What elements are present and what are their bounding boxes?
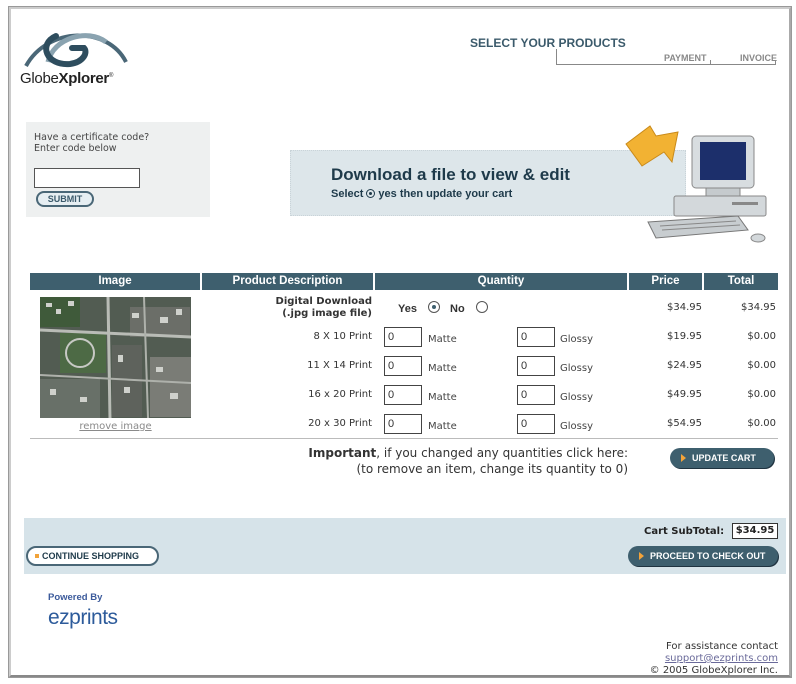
digital-download-title: Digital Download xyxy=(275,296,372,307)
digital-download-subtitle: (.jpg image file) xyxy=(282,308,372,319)
banner-title: Download a file to view & edit xyxy=(331,165,570,184)
radio-indicator-icon xyxy=(366,189,376,198)
logo-wordmark: GlobeXplorer® xyxy=(20,70,113,87)
step-invoice: INVOICE xyxy=(740,53,778,63)
continue-shopping-button[interactable]: CONTINUE SHOPPING xyxy=(26,546,159,566)
column-header-price: Price xyxy=(629,273,702,290)
glossy-label: Glossy xyxy=(560,334,593,345)
globe-swoosh-icon xyxy=(24,33,128,68)
certificate-code-input[interactable] xyxy=(34,168,140,188)
support-email-link[interactable]: support@ezprints.com xyxy=(665,653,778,664)
glossy-qty-input[interactable] xyxy=(517,385,555,405)
download-yes-radio[interactable] xyxy=(428,301,440,313)
download-price: $34.95 xyxy=(667,302,702,313)
bullet-icon xyxy=(35,554,39,558)
column-header-quantity: Quantity xyxy=(375,273,627,290)
assistance-contact: For assistance contact support@ezprints.… xyxy=(650,641,778,677)
checkout-label: PROCEED TO CHECK OUT xyxy=(650,551,766,561)
important-line-2: (to remove an item, change its quantity … xyxy=(356,462,628,476)
download-total: $34.95 xyxy=(741,302,776,313)
column-header-image: Image xyxy=(30,273,200,290)
cart-table-header: Image Product Description Quantity Price… xyxy=(30,273,778,290)
glossy-qty-input[interactable] xyxy=(517,356,555,376)
logo-text-xplorer: Xplorer xyxy=(58,70,110,87)
row-price: $54.95 xyxy=(667,418,702,429)
banner-subtitle: Select yes then update your cart xyxy=(331,188,512,200)
download-no-radio[interactable] xyxy=(476,301,488,313)
checkout-steps: SELECT YOUR PRODUCTS PAYMENT INVOICE xyxy=(470,36,790,76)
matte-qty-input[interactable] xyxy=(384,385,422,405)
important-line-1-text: , if you changed any quantities click he… xyxy=(376,446,628,460)
step-tick xyxy=(710,60,711,65)
row-price: $49.95 xyxy=(667,389,702,400)
update-cart-button[interactable]: UPDATE CART xyxy=(670,448,774,468)
glossy-label: Glossy xyxy=(560,363,593,374)
matte-qty-input[interactable] xyxy=(384,356,422,376)
matte-qty-input[interactable] xyxy=(384,327,422,347)
cart-subtotal-label: Cart SubTotal: xyxy=(644,526,725,537)
column-header-total: Total xyxy=(704,273,778,290)
matte-qty-input[interactable] xyxy=(384,414,422,434)
important-note: Important, if you changed any quantities… xyxy=(262,445,628,477)
certificate-label: Have a certificate code? Enter code belo… xyxy=(34,132,150,154)
remove-image-link[interactable]: remove image xyxy=(40,421,191,432)
digital-download-description: Digital Download (.jpg image file) xyxy=(276,296,372,320)
step-divider-horizontal xyxy=(556,64,776,65)
row-price: $24.95 xyxy=(667,360,702,371)
step-payment: PAYMENT xyxy=(664,53,707,63)
logo-trademark: ® xyxy=(108,73,114,79)
matte-label: Matte xyxy=(428,334,457,345)
certificate-panel: Have a certificate code? Enter code belo… xyxy=(26,122,210,217)
print-row-label: 16 x 20 Print xyxy=(308,389,372,400)
aerial-image-thumbnail xyxy=(40,297,191,418)
assistance-label: For assistance contact xyxy=(666,641,778,652)
glossy-label: Glossy xyxy=(560,421,593,432)
matte-label: Matte xyxy=(428,421,457,432)
important-line-1: Important, if you changed any quantities… xyxy=(262,445,628,461)
row-total: $0.00 xyxy=(747,360,776,371)
arrow-right-icon xyxy=(639,552,644,560)
submit-button[interactable]: SUBMIT xyxy=(36,191,94,207)
cart-subtotal-value: $34.95 xyxy=(732,523,778,539)
print-row-label: 8 X 10 Print xyxy=(313,331,372,342)
glossy-qty-input[interactable] xyxy=(517,414,555,434)
glossy-qty-input[interactable] xyxy=(517,327,555,347)
step-select-products: SELECT YOUR PRODUCTS xyxy=(470,36,626,50)
globexplorer-logo[interactable]: GlobeXplorer® xyxy=(18,22,138,92)
banner-sub-before: Select xyxy=(331,188,364,200)
row-total: $0.00 xyxy=(747,331,776,342)
print-row-label: 11 X 14 Print xyxy=(307,360,372,371)
column-header-description: Product Description xyxy=(202,273,373,290)
step-divider-vertical xyxy=(556,49,557,65)
glossy-label: Glossy xyxy=(560,392,593,403)
download-no-label: No xyxy=(450,303,465,315)
continue-shopping-label: CONTINUE SHOPPING xyxy=(42,551,140,561)
matte-label: Matte xyxy=(428,363,457,374)
row-total: $0.00 xyxy=(747,418,776,429)
download-yes-label: Yes xyxy=(398,303,417,315)
print-row-label: 20 x 30 Print xyxy=(308,418,372,429)
row-price: $19.95 xyxy=(667,331,702,342)
logo-text-globe: Globe xyxy=(20,70,59,87)
computer-download-icon xyxy=(625,125,767,243)
copyright-text: © 2005 GlobeXplorer Inc. xyxy=(649,665,778,676)
powered-by-label: Powered By xyxy=(48,592,103,603)
ezprints-logo[interactable]: ezprints xyxy=(48,606,118,630)
arrow-right-icon xyxy=(681,454,686,462)
aerial-photo-image xyxy=(40,297,191,418)
important-bold: Important xyxy=(308,446,377,460)
banner-sub-after: yes then update your cart xyxy=(378,188,513,200)
table-divider xyxy=(30,438,778,439)
update-cart-label: UPDATE CART xyxy=(692,453,756,463)
matte-label: Matte xyxy=(428,392,457,403)
row-total: $0.00 xyxy=(747,389,776,400)
proceed-to-checkout-button[interactable]: PROCEED TO CHECK OUT xyxy=(628,546,778,566)
